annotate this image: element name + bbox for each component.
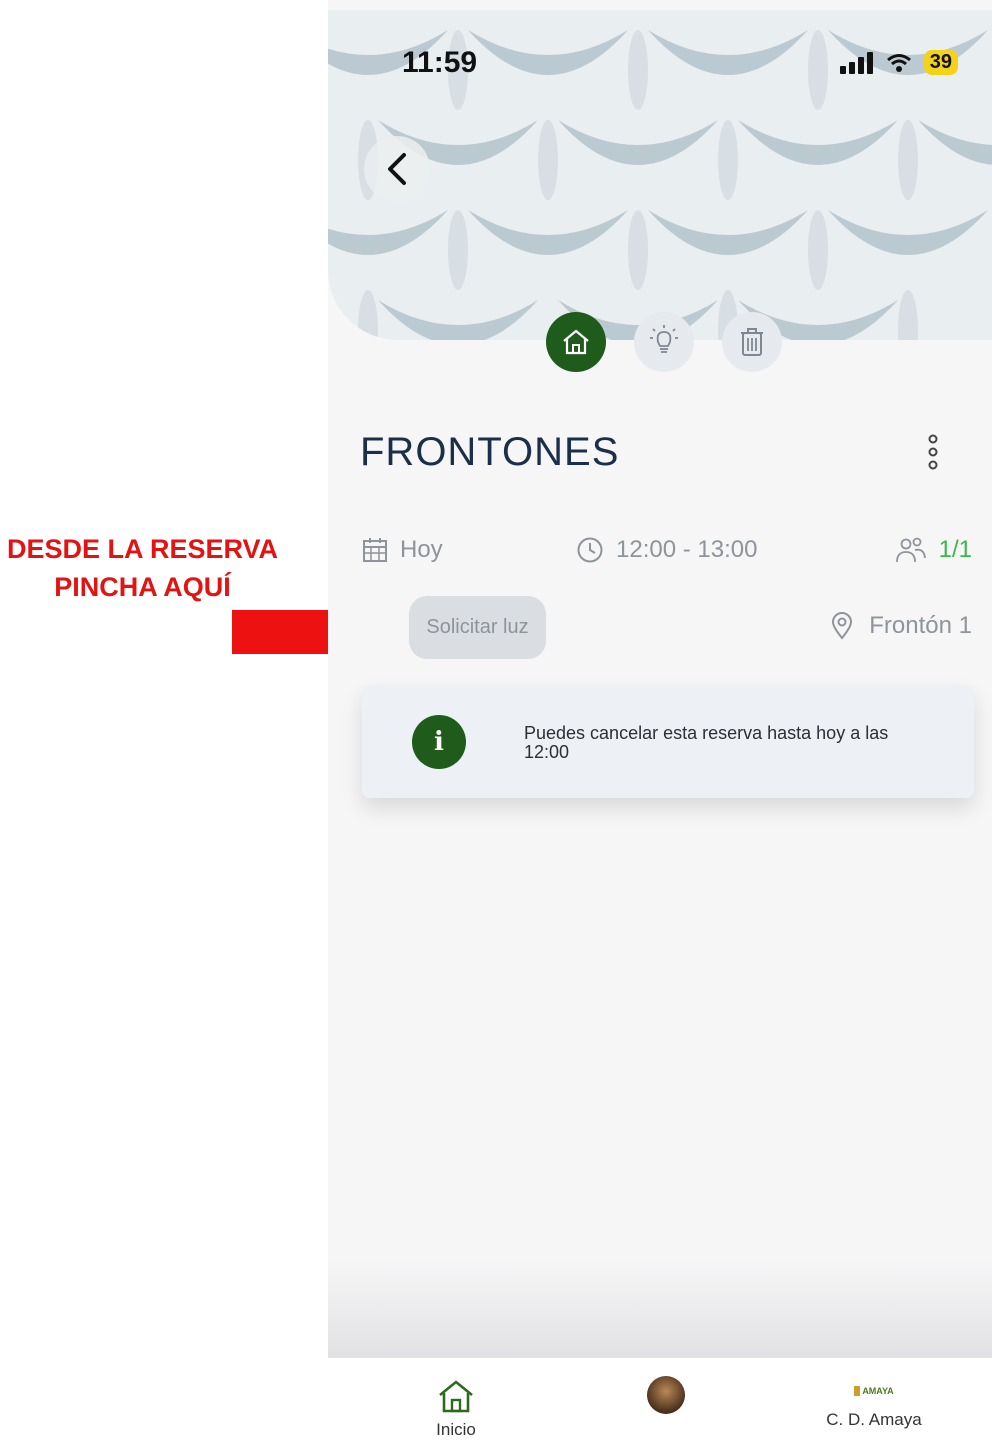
phone-screen: 11:59 39 FRONTONES Hoy 12:00 - 13:00 1/1… [328, 0, 992, 1443]
bottom-shadow [328, 1260, 992, 1360]
court-name: Frontón 1 [869, 612, 972, 639]
tab-inicio-label: Inicio [436, 1420, 476, 1439]
status-time: 11:59 [402, 46, 478, 79]
request-light-button[interactable]: Solicitar luz [409, 596, 546, 659]
bottom-tab-bar: Inicio AMAYA C. D. Amaya [328, 1358, 992, 1443]
battery-indicator: 39 [923, 50, 958, 75]
club-logo-text: AMAYA [862, 1386, 894, 1396]
booking-time: 12:00 - 13:00 [576, 536, 757, 564]
booking-participants: 1/1 [895, 536, 972, 564]
cancellation-notice: i Puedes cancelar esta reserva hasta hoy… [362, 686, 974, 798]
action-buttons [328, 312, 992, 374]
clock-icon [577, 537, 603, 563]
wifi-icon [886, 53, 911, 72]
home-action-button[interactable] [546, 312, 606, 372]
light-action-button[interactable] [634, 312, 694, 372]
signal-icon [839, 51, 873, 74]
annotation-line-1: DESDE LA RESERVA [6, 534, 279, 564]
more-options-icon[interactable] [926, 434, 940, 470]
booking-time-text: 12:00 - 13:00 [616, 536, 758, 563]
trash-icon [741, 328, 763, 356]
court-location: Frontón 1 [831, 612, 972, 640]
booking-date-text: Hoy [400, 536, 443, 563]
avatar [647, 1376, 685, 1414]
info-icon: i [412, 715, 466, 769]
tab-club-label: C. D. Amaya [826, 1410, 922, 1429]
delete-action-button[interactable] [722, 312, 782, 372]
calendar-icon [363, 538, 387, 562]
booking-date: Hoy [362, 536, 443, 564]
tab-inicio[interactable]: Inicio [396, 1378, 516, 1440]
users-icon [895, 537, 926, 563]
page-title: FRONTONES [360, 430, 620, 474]
lightbulb-icon [650, 325, 678, 353]
tab-profile[interactable] [606, 1376, 726, 1414]
home-icon [439, 1380, 473, 1413]
booking-info-row: Hoy 12:00 - 13:00 1/1 [328, 536, 992, 572]
header-banner: 11:59 39 [328, 10, 992, 340]
participants-count: 1/1 [938, 536, 972, 563]
home-icon [563, 329, 589, 355]
chevron-left-icon [388, 153, 406, 185]
notice-text: Puedes cancelar esta reserva hasta hoy a… [524, 723, 889, 762]
location-pin-icon [832, 612, 853, 640]
back-button[interactable] [364, 136, 430, 202]
status-icons: 39 [839, 50, 958, 75]
club-shield-icon [854, 1386, 861, 1396]
club-logo: AMAYA [854, 1378, 894, 1404]
tab-club[interactable]: AMAYA C. D. Amaya [814, 1378, 934, 1430]
